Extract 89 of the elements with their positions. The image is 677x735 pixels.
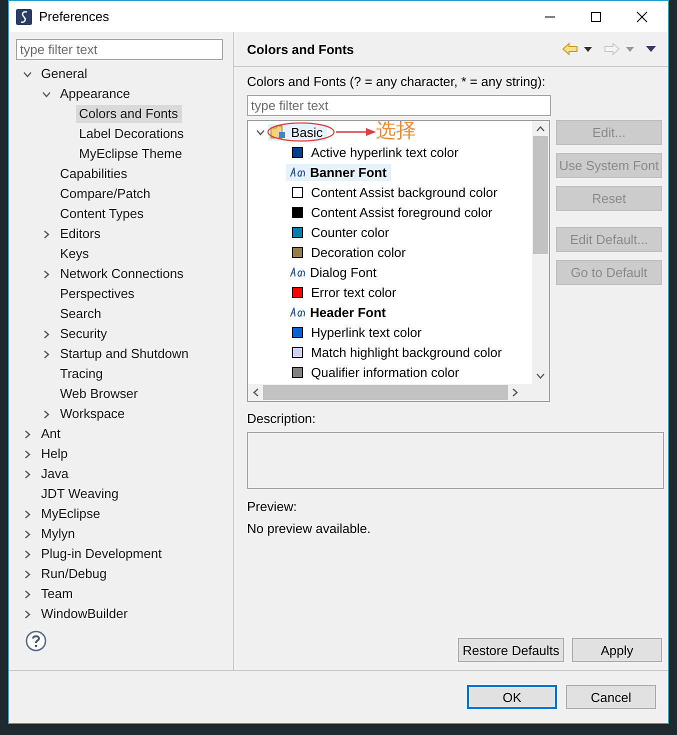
help-icon[interactable]	[25, 630, 47, 652]
list-entry[interactable]: Active hyperlink text color	[286, 144, 462, 160]
list-entry[interactable]: Dialog Font	[286, 264, 380, 280]
tree-item[interactable]: Perspectives	[57, 285, 138, 303]
filter-label: Colors and Fonts (? = any character, * = any string):	[247, 74, 546, 90]
annotation-ellipse	[266, 121, 336, 143]
view-menu-icon[interactable]	[646, 46, 656, 52]
list-entry[interactable]: Decoration color	[286, 244, 410, 260]
list-entry[interactable]: Qualifier information color	[286, 364, 464, 380]
font-icon	[290, 267, 306, 277]
tree-item[interactable]: Network Connections	[57, 265, 188, 283]
tree-item[interactable]: Content Types	[57, 205, 148, 223]
expander-icon[interactable]	[23, 510, 32, 518]
preview-text: No preview available.	[247, 521, 372, 537]
list-entry[interactable]: Match highlight background color	[286, 344, 506, 360]
expander-icon[interactable]	[42, 230, 51, 238]
tree-item[interactable]: JDT Weaving	[38, 485, 123, 503]
list-entry[interactable]: Hyperlink text color	[286, 324, 426, 340]
list-entry[interactable]: Content Assist background color	[286, 184, 502, 200]
tree-item[interactable]: Mylyn	[38, 525, 79, 543]
list-entry[interactable]: Counter color	[286, 224, 394, 240]
app-logo-icon	[16, 8, 32, 24]
tree-item[interactable]: Web Browser	[57, 385, 142, 403]
maximize-icon[interactable]	[590, 10, 602, 22]
tree-item[interactable]: Tracing	[57, 365, 107, 383]
vertical-scrollbar[interactable]	[532, 121, 549, 384]
expander-icon[interactable]	[256, 128, 265, 136]
tree-item[interactable]: Editors	[57, 225, 104, 243]
expander-icon[interactable]	[23, 530, 32, 538]
annotation-arrow	[336, 127, 376, 137]
filter-field[interactable]: type filter text	[16, 39, 223, 60]
expander-icon[interactable]	[42, 330, 51, 338]
tree-item[interactable]: Capabilities	[57, 165, 132, 183]
tree-item[interactable]: Search	[57, 305, 106, 323]
list-entry[interactable]: Content Assist foreground color	[286, 204, 496, 220]
tree-item[interactable]: MyEclipse	[38, 505, 104, 523]
list-entry[interactable]: Header Font	[286, 304, 390, 320]
scroll-down-icon[interactable]	[536, 373, 545, 379]
category-label: Basic	[291, 124, 323, 140]
close-icon[interactable]	[636, 10, 648, 22]
expander-icon[interactable]	[42, 410, 51, 418]
tree-item[interactable]: WindowBuilder	[38, 605, 132, 623]
preview-label: Preview:	[247, 499, 298, 515]
tree-item[interactable]: Security	[57, 325, 111, 343]
tree-item[interactable]: Keys	[57, 245, 93, 263]
expander-icon[interactable]	[23, 470, 32, 478]
list-entry[interactable]: Banner Font	[286, 164, 391, 180]
tree-item[interactable]: Run/Debug	[38, 565, 111, 583]
folder-icon	[270, 125, 286, 139]
tree-item[interactable]: General	[38, 65, 92, 83]
expander-icon[interactable]	[42, 90, 51, 98]
horizontal-scrollbar[interactable]	[248, 384, 549, 401]
list-entry[interactable]: Error text color	[286, 284, 400, 300]
tree-item[interactable]: Plug-in Development	[38, 545, 166, 563]
tree-item[interactable]: Java	[38, 465, 72, 483]
page-button[interactable]: Restore Defaults	[458, 638, 564, 662]
tree-item[interactable]: Label Decorations	[76, 125, 188, 143]
tree-item[interactable]: MyEclipse Theme	[76, 145, 186, 163]
expander-icon[interactable]	[23, 450, 32, 458]
scroll-up-icon[interactable]	[536, 126, 545, 132]
tree-item[interactable]: Compare/Patch	[57, 185, 154, 203]
expander-icon[interactable]	[42, 270, 51, 278]
filter-field[interactable]: type filter text	[247, 95, 551, 116]
tree-item[interactable]: Workspace	[57, 405, 129, 423]
expander-icon[interactable]	[23, 610, 32, 618]
description-label: Description:	[247, 411, 317, 427]
tree-item[interactable]: Team	[38, 585, 77, 603]
scroll-left-icon[interactable]	[253, 388, 259, 397]
window-title: Preferences	[39, 9, 110, 24]
expander-icon[interactable]	[23, 70, 32, 78]
expander-icon[interactable]	[23, 430, 32, 438]
tree-item[interactable]: Help	[38, 445, 72, 463]
font-icon	[290, 307, 306, 317]
tree-item[interactable]: Startup and Shutdown	[57, 345, 193, 363]
dialog-button[interactable]: Cancel	[566, 685, 656, 709]
dialog-button[interactable]: OK	[467, 685, 557, 709]
tree-item[interactable]: Appearance	[57, 85, 134, 103]
page-button[interactable]: Apply	[572, 638, 662, 662]
expander-icon[interactable]	[23, 550, 32, 558]
tree-item[interactable]: Basic	[268, 124, 327, 140]
dropdown-icon[interactable]	[584, 46, 592, 52]
expander-icon[interactable]	[23, 570, 32, 578]
tree-item[interactable]: Ant	[38, 425, 65, 443]
tree-item[interactable]: Colors and Fonts	[76, 105, 182, 123]
expander-icon[interactable]	[42, 350, 51, 358]
page-title: Colors and Fonts	[247, 42, 354, 56]
expander-icon[interactable]	[23, 590, 32, 598]
font-icon	[290, 167, 306, 177]
scroll-right-icon[interactable]	[512, 388, 518, 397]
